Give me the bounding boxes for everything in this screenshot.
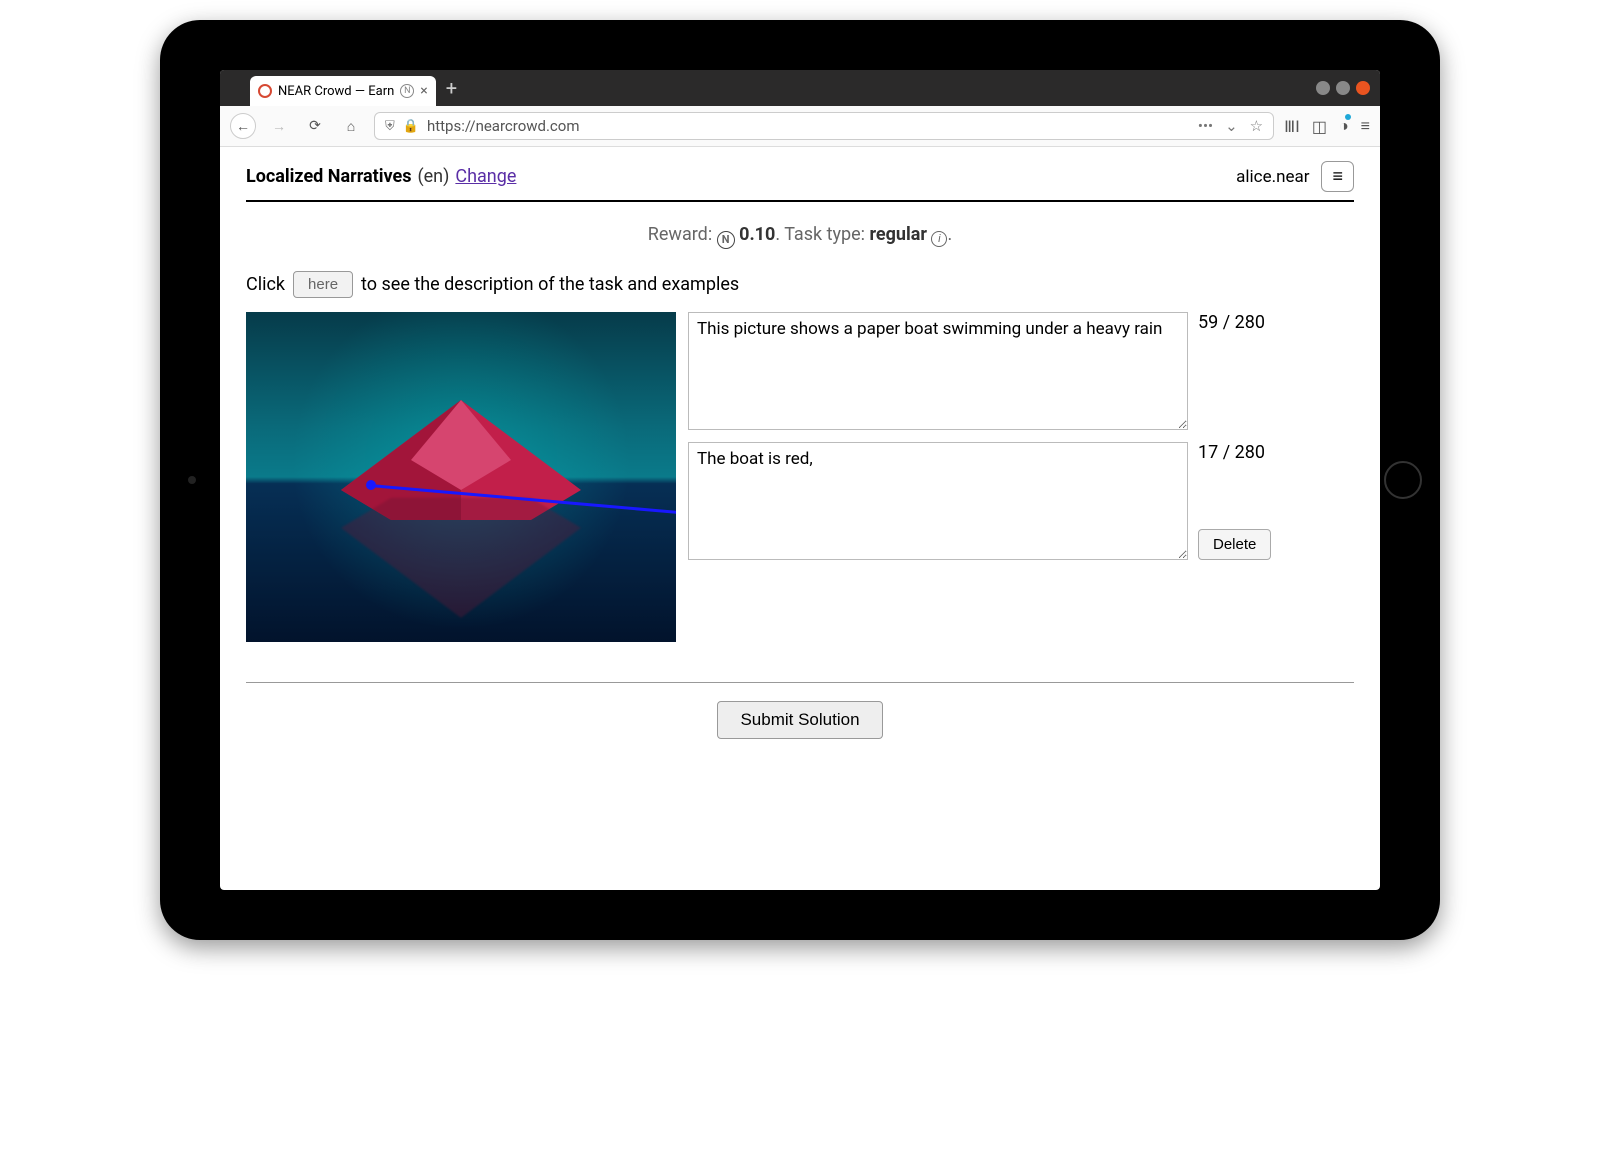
- char-counter-0: 59 / 280: [1198, 312, 1265, 333]
- boat-reflection: [331, 473, 591, 627]
- account-icon[interactable]: ◑: [1339, 116, 1349, 136]
- entry-row-1: 17 / 280 Delete: [688, 442, 1354, 560]
- url-field[interactable]: ⛨ 🔒 https://nearcrowd.com ••• ⌄ ☆: [374, 112, 1274, 140]
- window-minimize-icon[interactable]: [1316, 81, 1330, 95]
- info-icon[interactable]: i: [931, 231, 947, 247]
- page-content: Localized Narratives (en) Change alice.n…: [220, 147, 1380, 890]
- task-type-value: regular: [870, 224, 928, 245]
- input-column: 59 / 280 17 / 280 Delete: [688, 312, 1354, 560]
- lock-icon: 🔒: [403, 119, 419, 134]
- submit-button[interactable]: Submit Solution: [717, 701, 882, 739]
- browser-addressbar: ← → ⟳ ⌂ ⛨ 🔒 https://nearcrowd.com ••• ⌄ …: [220, 106, 1380, 147]
- back-button[interactable]: ←: [230, 113, 256, 139]
- work-area: 59 / 280 17 / 280 Delete: [246, 312, 1354, 642]
- change-link[interactable]: Change: [455, 166, 516, 187]
- favicon-icon: [258, 84, 272, 98]
- help-prefix: Click: [246, 274, 285, 295]
- menu-icon[interactable]: ≡: [1361, 116, 1370, 136]
- pocket-icon[interactable]: ⌄: [1225, 117, 1238, 135]
- tab-title: NEAR Crowd — Earn: [278, 84, 394, 99]
- page-title: Localized Narratives: [246, 166, 411, 187]
- new-tab-button[interactable]: +: [446, 76, 457, 100]
- username: alice.near: [1236, 167, 1309, 187]
- tab-close-icon[interactable]: ×: [420, 83, 427, 99]
- page-header: Localized Narratives (en) Change alice.n…: [246, 161, 1354, 202]
- star-icon[interactable]: ☆: [1250, 117, 1263, 135]
- window-maximize-icon[interactable]: [1336, 81, 1350, 95]
- window-close-icon[interactable]: [1356, 81, 1370, 95]
- task-type-label: Task type:: [784, 224, 865, 245]
- page-menu-button[interactable]: ≡: [1321, 161, 1354, 192]
- narrative-input-1[interactable]: [688, 442, 1188, 560]
- shield-icon: ⛨: [385, 119, 395, 134]
- library-icon[interactable]: ⅢⅠ: [1284, 117, 1300, 136]
- home-button[interactable]: ⌂: [338, 113, 364, 139]
- task-image[interactable]: [246, 312, 676, 642]
- browser-tabbar: NEAR Crowd — Earn N × +: [220, 70, 1380, 106]
- reward-label: Reward:: [648, 224, 712, 245]
- url-text: https://nearcrowd.com: [427, 117, 580, 135]
- char-counter-1: 17 / 280: [1198, 442, 1265, 463]
- reload-button[interactable]: ⟳: [302, 113, 328, 139]
- narrative-input-0[interactable]: [688, 312, 1188, 430]
- delete-button[interactable]: Delete: [1198, 529, 1271, 560]
- divider: [246, 682, 1354, 683]
- reward-line: Reward: N 0.10. Task type: regular i.: [246, 224, 1354, 249]
- entry-row-0: 59 / 280: [688, 312, 1354, 430]
- help-suffix: to see the description of the task and e…: [361, 274, 739, 295]
- forward-button[interactable]: →: [266, 113, 292, 139]
- near-badge-icon: N: [400, 84, 414, 98]
- reward-amount: 0.10: [739, 224, 775, 245]
- meatballs-icon[interactable]: •••: [1198, 117, 1213, 135]
- near-token-icon: N: [717, 231, 735, 249]
- window-controls: [1316, 81, 1380, 95]
- page-lang: (en): [417, 166, 449, 187]
- tablet-frame: NEAR Crowd — Earn N × + ← → ⟳ ⌂ ⛨ 🔒 http…: [160, 20, 1440, 940]
- browser-tab[interactable]: NEAR Crowd — Earn N ×: [250, 76, 436, 106]
- screen: NEAR Crowd — Earn N × + ← → ⟳ ⌂ ⛨ 🔒 http…: [220, 70, 1380, 890]
- sidebar-icon[interactable]: ◫: [1312, 117, 1327, 136]
- here-button[interactable]: here: [293, 271, 353, 298]
- help-line: Click here to see the description of the…: [246, 271, 1354, 298]
